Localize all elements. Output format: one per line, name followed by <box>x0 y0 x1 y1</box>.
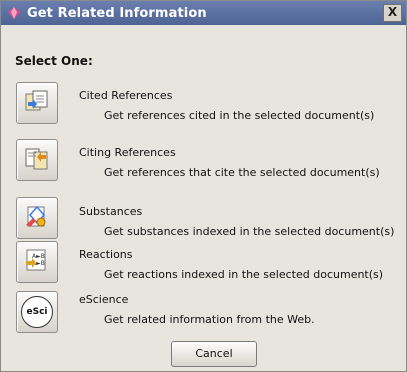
citing-references-icon <box>24 145 50 175</box>
option-desc-substances: Get substances indexed in the selected d… <box>104 225 395 238</box>
select-prompt: Select One: <box>15 54 93 68</box>
cited-references-button[interactable] <box>16 82 58 124</box>
option-title-citing-references: Citing References <box>79 146 176 159</box>
option-desc-escience: Get related information from the Web. <box>104 313 315 326</box>
close-button[interactable]: X <box>383 4 402 22</box>
escience-icon-text: eSci <box>26 307 48 317</box>
window-title: Get Related Information <box>27 5 207 21</box>
option-title-substances: Substances <box>79 205 143 218</box>
option-desc-cited-references: Get references cited in the selected doc… <box>104 109 375 122</box>
reactions-button[interactable]: A►B A►B <box>16 241 58 283</box>
citing-references-button[interactable] <box>16 139 58 181</box>
option-desc-reactions: Get reactions indexed in the selected do… <box>104 268 384 281</box>
app-gem-icon <box>7 6 21 20</box>
substances-button[interactable] <box>16 197 58 239</box>
option-title-escience: eScience <box>79 293 129 306</box>
cancel-button[interactable]: Cancel <box>171 341 257 367</box>
title-bar: Get Related Information X <box>1 1 406 25</box>
svg-text:A►B: A►B <box>32 253 45 260</box>
escience-button[interactable]: eSci <box>16 291 58 333</box>
substances-icon <box>24 203 50 233</box>
option-title-cited-references: Cited References <box>79 89 173 102</box>
reactions-icon: A►B A►B <box>24 247 50 277</box>
option-desc-citing-references: Get references that cite the selected do… <box>104 166 380 179</box>
cited-references-icon <box>24 88 50 118</box>
escience-icon: eSci <box>21 296 53 328</box>
option-title-reactions: Reactions <box>79 248 133 261</box>
dialog-window: Get Related Information X Select One: Ci… <box>0 0 407 372</box>
